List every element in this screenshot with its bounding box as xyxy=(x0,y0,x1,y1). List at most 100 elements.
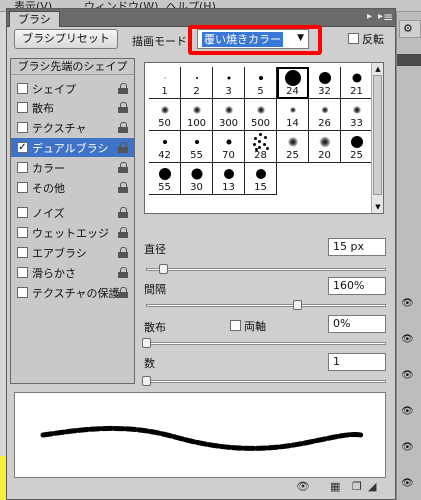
brush-tip-cell[interactable]: 33 xyxy=(341,99,373,131)
scatter-field[interactable]: 0% xyxy=(328,315,386,333)
lock-icon[interactable] xyxy=(118,247,128,258)
list-item-checkbox[interactable] xyxy=(17,122,28,133)
brush-preset-button[interactable]: ブラシプリセット xyxy=(14,29,118,49)
list-item-checkbox[interactable] xyxy=(17,247,28,258)
list-item[interactable]: エアブラシ xyxy=(11,243,134,262)
brush-tip-shape xyxy=(226,139,231,145)
list-item[interactable]: その他 xyxy=(11,178,134,197)
brush-tip-cell[interactable]: 21 xyxy=(341,67,373,99)
list-item[interactable]: シェイプ xyxy=(11,79,134,98)
grid-scrollbar[interactable]: ▲ ▼ xyxy=(371,63,383,213)
spacing-field[interactable]: 160% xyxy=(328,277,386,295)
lock-icon[interactable] xyxy=(118,83,128,94)
brush-tip-cell[interactable]: 28 xyxy=(245,131,277,163)
lock-icon[interactable] xyxy=(118,287,128,298)
brush-tip-cell[interactable]: 24 xyxy=(277,67,309,99)
list-item-checkbox[interactable] xyxy=(17,267,28,278)
list-item-checkbox[interactable] xyxy=(17,207,28,218)
brush-tip-cell[interactable]: 2 xyxy=(181,67,213,99)
diameter-field[interactable]: 15 px xyxy=(328,238,386,256)
list-item-checkbox[interactable] xyxy=(17,287,28,298)
eye-brush-icon[interactable]: 👁 xyxy=(296,480,310,493)
list-item-checkbox[interactable] xyxy=(17,162,28,173)
brush-tip-cell[interactable]: 1 xyxy=(149,67,181,99)
brush-tip-cell[interactable]: 20 xyxy=(309,131,341,163)
list-item-label: デュアルブラシ xyxy=(32,142,109,155)
lock-icon[interactable] xyxy=(118,182,128,193)
brush-tip-cell[interactable]: 70 xyxy=(213,131,245,163)
brush-tip-cell[interactable]: 13 xyxy=(213,163,245,195)
lock-icon[interactable] xyxy=(118,102,128,113)
brush-tip-cell[interactable]: 14 xyxy=(277,99,309,131)
brush-tip-cell[interactable]: 32 xyxy=(309,67,341,99)
brush-tip-cell[interactable]: 15 xyxy=(245,163,277,195)
list-item[interactable]: テクスチャ xyxy=(11,118,134,137)
brush-tip-shape-item[interactable]: ブラシ先端のシェイプ xyxy=(11,59,134,75)
lock-icon[interactable] xyxy=(118,207,128,218)
diameter-slider-thumb[interactable] xyxy=(158,264,168,274)
brush-tip-cell[interactable]: 55 xyxy=(181,131,213,163)
brush-tip-size: 25 xyxy=(286,150,299,161)
list-item-checkbox[interactable] xyxy=(17,83,28,94)
brush-tip-cell[interactable]: 26 xyxy=(309,99,341,131)
both-axes-checkbox[interactable] xyxy=(230,320,241,331)
scatter-slider[interactable] xyxy=(146,342,386,345)
scrollbar-thumb[interactable] xyxy=(373,75,382,195)
brush-tip-cell[interactable]: 42 xyxy=(149,131,181,163)
brush-tip-size: 30 xyxy=(190,182,203,193)
brush-tip-cell[interactable]: 25 xyxy=(341,131,373,163)
count-slider[interactable] xyxy=(146,380,386,383)
new-preset-icon[interactable]: ❐ xyxy=(352,480,362,493)
list-item[interactable]: 滑らかさ xyxy=(11,263,134,282)
flip-checkbox[interactable] xyxy=(348,33,359,44)
list-item[interactable]: 散布 xyxy=(11,98,134,117)
lock-icon[interactable] xyxy=(118,142,128,153)
spacing-slider[interactable] xyxy=(146,304,386,307)
count-field[interactable]: 1 xyxy=(328,353,386,371)
brush-tip-cell[interactable]: 500 xyxy=(245,99,277,131)
brush-tip-size: 26 xyxy=(318,118,331,129)
list-item-checkbox[interactable]: ✓ xyxy=(17,142,28,153)
eye-icon[interactable]: 👁 xyxy=(401,406,417,418)
brush-tip-cell[interactable]: 5 xyxy=(245,67,277,99)
scatter-slider-thumb[interactable] xyxy=(142,338,151,348)
eye-icon[interactable]: 👁 xyxy=(401,442,417,454)
brush-tip-cell[interactable]: 30 xyxy=(181,163,213,195)
brush-tip-cell[interactable]: 3 xyxy=(213,67,245,99)
eye-icon[interactable]: 👁 xyxy=(401,334,417,346)
list-item-checkbox[interactable] xyxy=(17,227,28,238)
scroll-down-icon[interactable]: ▼ xyxy=(373,202,383,212)
grid-icon[interactable]: ▦ xyxy=(330,480,340,493)
brush-tip-cell[interactable]: 55 xyxy=(149,163,181,195)
eye-icon[interactable]: 👁 xyxy=(401,298,417,310)
list-item[interactable]: ノイズ xyxy=(11,203,134,222)
eye-icon[interactable]: 👁 xyxy=(401,370,417,382)
panel-footer: 👁 ▦ ❐ ◢ xyxy=(296,480,380,494)
list-item-checkbox[interactable] xyxy=(17,182,28,193)
lock-icon[interactable] xyxy=(118,162,128,173)
diameter-slider[interactable] xyxy=(146,268,386,271)
scroll-up-icon[interactable]: ▲ xyxy=(373,64,383,74)
dock-tool-icon[interactable]: ⚙ xyxy=(399,20,421,38)
list-item[interactable]: ウェットエッジ xyxy=(11,223,134,242)
panel-menu-icon[interactable]: ≡ xyxy=(383,10,393,24)
list-item[interactable]: テクスチャの保護 xyxy=(11,283,134,302)
brush-tip-cell[interactable]: 300 xyxy=(213,99,245,131)
lock-icon[interactable] xyxy=(118,267,128,278)
list-item-label: 散布 xyxy=(32,102,54,115)
lock-icon[interactable] xyxy=(118,122,128,133)
brush-tip-cell[interactable]: 100 xyxy=(181,99,213,131)
panel-resize-icon[interactable]: ◢ xyxy=(368,480,376,493)
list-item[interactable]: カラー xyxy=(11,158,134,177)
list-item[interactable]: ✓ デュアルブラシ xyxy=(11,138,134,157)
brush-tip-size: 2 xyxy=(193,86,200,97)
brush-tip-cell[interactable]: 25 xyxy=(277,131,309,163)
list-item-checkbox[interactable] xyxy=(17,102,28,113)
tab-brush[interactable]: ブラシ xyxy=(9,11,60,27)
eye-icon[interactable]: 👁 xyxy=(401,478,417,490)
spacing-slider-thumb[interactable] xyxy=(293,300,303,310)
brush-tip-cell[interactable]: 50 xyxy=(149,99,181,131)
brush-tip-shape xyxy=(255,169,266,179)
lock-icon[interactable] xyxy=(118,227,128,238)
count-slider-thumb[interactable] xyxy=(142,376,151,386)
